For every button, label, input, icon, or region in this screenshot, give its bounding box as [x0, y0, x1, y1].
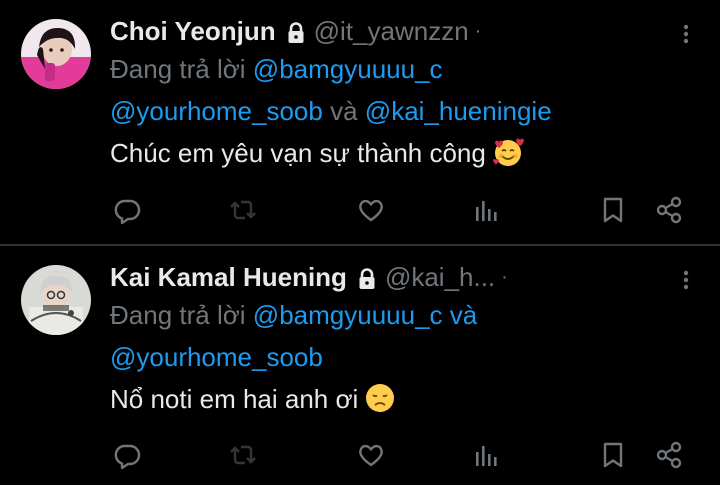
tweet-content: Kai Kamal Huening @kai_h... · Đang trả l…: [110, 260, 700, 420]
handle[interactable]: @kai_h...: [385, 262, 495, 293]
more-icon[interactable]: [672, 266, 700, 294]
tweet-header: Choi Yeonjun @it_yawnzzn ·: [110, 14, 700, 48]
mention-link[interactable]: @yourhome_soob: [110, 342, 323, 372]
retweet-icon[interactable]: [228, 195, 258, 225]
reply-icon[interactable]: [112, 440, 142, 470]
smiling-face-with-hearts-emoji: [492, 136, 524, 168]
retweet-icon[interactable]: [228, 440, 258, 470]
like-icon[interactable]: [356, 195, 386, 225]
share-icon[interactable]: [654, 195, 684, 225]
like-icon[interactable]: [356, 440, 386, 470]
display-name[interactable]: Kai Kamal Huening: [110, 262, 347, 293]
tweet-text: Nổ noti em hai anh ơi: [110, 378, 700, 420]
display-name[interactable]: Choi Yeonjun: [110, 16, 276, 47]
reply-context-continued: @yourhome_soob: [110, 336, 700, 378]
mention-link[interactable]: @yourhome_soob: [110, 96, 323, 126]
share-icon[interactable]: [654, 440, 684, 470]
reply-context-continued: @yourhome_soob và @kai_hueningie: [110, 90, 700, 132]
reply-prefix: Đang trả lời: [110, 300, 246, 330]
avatar[interactable]: [21, 265, 91, 335]
separator: ·: [474, 19, 482, 42]
mention-link[interactable]: @bamgyuuuu_c: [253, 300, 443, 330]
disappointed-face-emoji: [364, 382, 396, 414]
bookmark-icon[interactable]: [598, 195, 628, 225]
reply-context: Đang trả lời @bamgyuuuu_c và: [110, 294, 700, 336]
lock-icon: [286, 20, 306, 43]
mention-link[interactable]: @kai_hueningie: [365, 96, 552, 126]
reply-icon[interactable]: [112, 195, 142, 225]
separator: ·: [501, 265, 508, 288]
views-icon[interactable]: [472, 440, 502, 470]
tweet-text-content: Nổ noti em hai anh ơi: [110, 384, 359, 414]
reply-prefix: Đang trả lời: [110, 54, 246, 84]
bookmark-icon[interactable]: [598, 440, 628, 470]
tweet-text-content: Chúc em yêu vạn sự thành công: [110, 138, 486, 168]
tweet-header: Kai Kamal Huening @kai_h... ·: [110, 260, 700, 294]
tweet[interactable]: Kai Kamal Huening @kai_h... · Đang trả l…: [0, 246, 720, 485]
mention-link[interactable]: @bamgyuuuu_c: [253, 54, 443, 84]
tweet-actions: [110, 440, 690, 470]
views-icon[interactable]: [472, 195, 502, 225]
lock-icon: [357, 266, 377, 289]
avatar[interactable]: [21, 19, 91, 89]
tweet-content: Choi Yeonjun @it_yawnzzn · Đang trả lời …: [110, 14, 700, 174]
more-icon[interactable]: [672, 20, 700, 48]
tweet-text: Chúc em yêu vạn sự thành công: [110, 132, 700, 174]
reply-joiner: và: [449, 300, 478, 330]
reply-joiner: và: [330, 96, 358, 126]
reply-context: Đang trả lời @bamgyuuuu_c: [110, 48, 700, 90]
handle[interactable]: @it_yawnzzn: [314, 16, 469, 47]
tweet-actions: [110, 195, 690, 225]
tweet[interactable]: Choi Yeonjun @it_yawnzzn · Đang trả lời …: [0, 0, 720, 244]
